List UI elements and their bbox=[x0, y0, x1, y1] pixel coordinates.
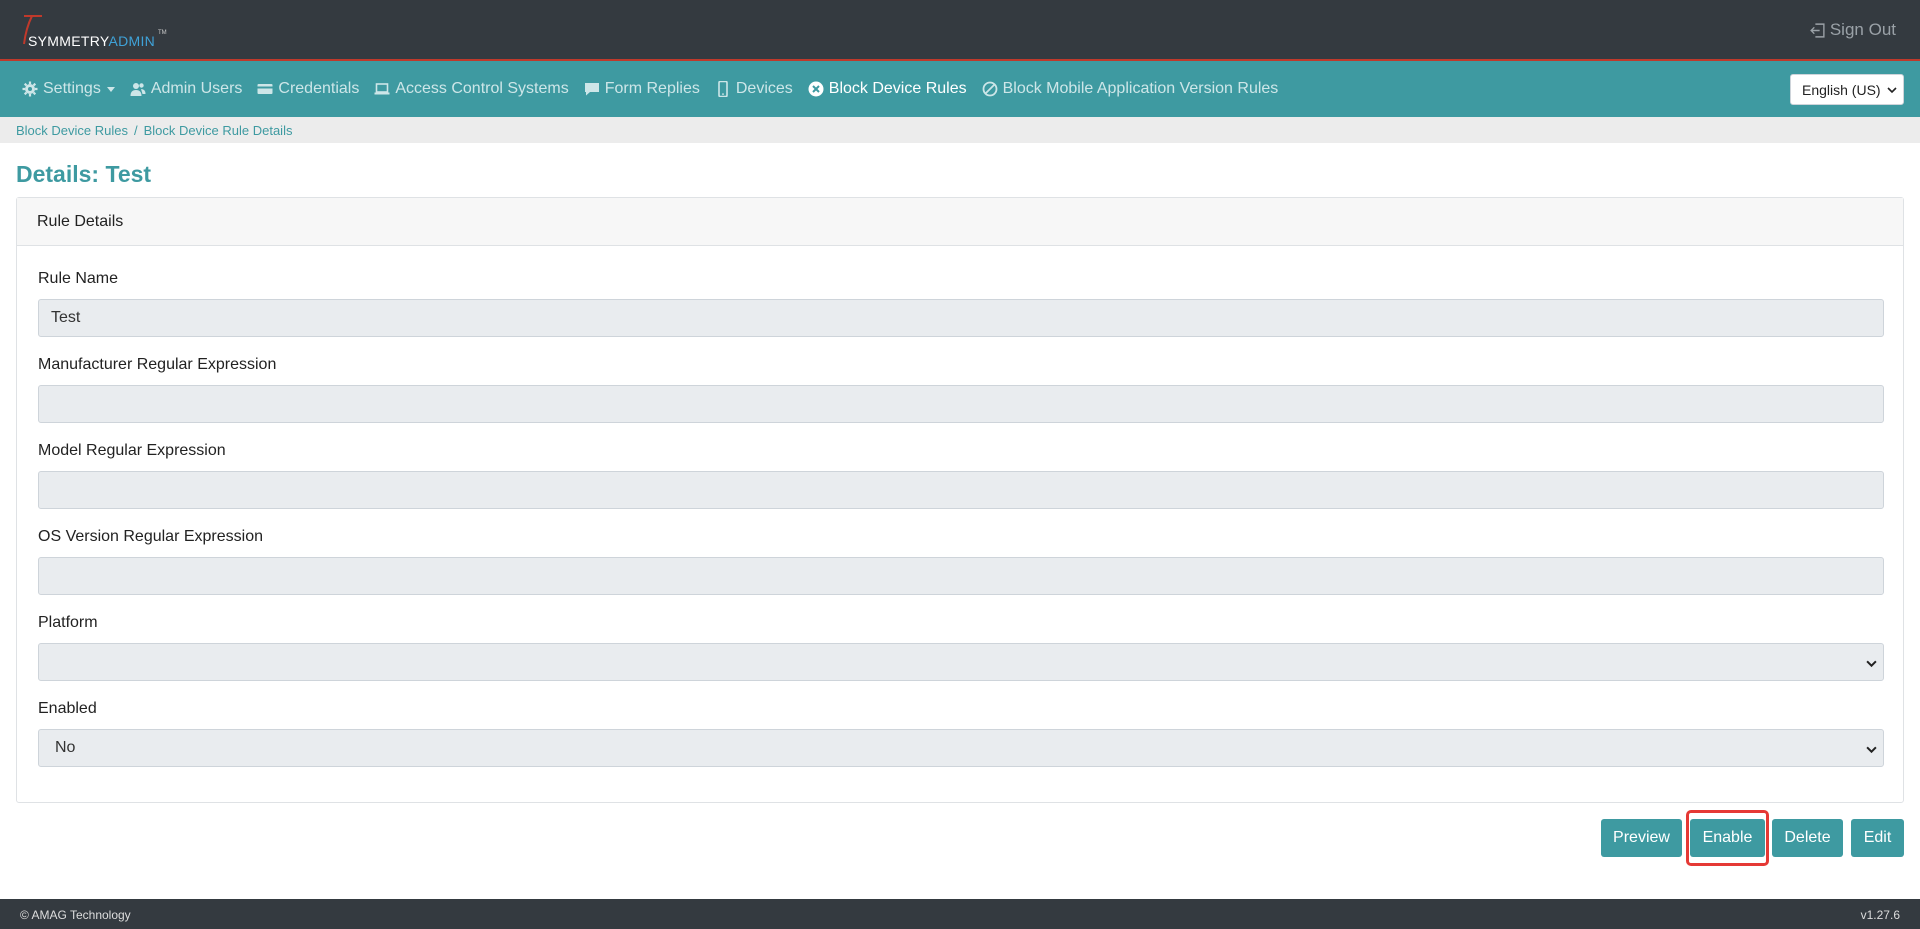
comment-icon bbox=[584, 83, 599, 96]
sign-out-label: Sign Out bbox=[1829, 20, 1896, 39]
caret-down-icon bbox=[106, 86, 115, 92]
nav-access-control-systems[interactable]: Access Control Systems bbox=[374, 80, 569, 98]
enabled-label: Enabled bbox=[38, 700, 97, 717]
logo-text-admin: ADMIN bbox=[108, 33, 156, 49]
breadcrumb-item-block-device-rules[interactable]: Block Device Rules bbox=[16, 123, 128, 138]
rule-name-value: Test bbox=[51, 309, 81, 326]
top-bar: SYMMETRYADMIN TM Sign Out bbox=[0, 0, 1920, 61]
enabled-select-value: No bbox=[55, 739, 76, 756]
laptop-icon bbox=[374, 83, 390, 95]
language-select-value: English (US) bbox=[1802, 81, 1881, 98]
platform-select[interactable] bbox=[38, 643, 1884, 681]
ban-icon bbox=[982, 81, 997, 97]
nav-form-replies[interactable]: Form Replies bbox=[584, 80, 700, 98]
nav-settings[interactable]: Settings bbox=[22, 80, 115, 98]
footer-version: v1.27.6 bbox=[1860, 908, 1900, 922]
nav-devices-label: Devices bbox=[735, 80, 793, 97]
breadcrumb-item-block-device-rule-details[interactable]: Block Device Rule Details bbox=[144, 123, 293, 138]
card-header: Rule Details bbox=[17, 198, 1903, 246]
language-select[interactable]: English (US) bbox=[1790, 74, 1904, 105]
mobile-icon bbox=[718, 81, 728, 97]
manufacturer-regex-input[interactable] bbox=[38, 385, 1884, 423]
nav-block-device-rules[interactable]: Block Device Rules bbox=[808, 80, 967, 98]
main-nav: Settings Admin Users Credentials Access … bbox=[0, 61, 1920, 117]
nav-block-device-rules-label: Block Device Rules bbox=[828, 80, 967, 97]
nav-form-replies-label: Form Replies bbox=[604, 80, 700, 97]
users-icon bbox=[130, 83, 146, 96]
edit-button[interactable]: Edit bbox=[1851, 819, 1904, 857]
nav-access-control-systems-label: Access Control Systems bbox=[395, 80, 569, 97]
sign-out-link[interactable]: Sign Out bbox=[1809, 20, 1896, 40]
nav-settings-label: Settings bbox=[43, 80, 101, 97]
platform-label: Platform bbox=[38, 614, 98, 631]
os-version-regex-input[interactable] bbox=[38, 557, 1884, 595]
breadcrumb: Block Device Rules / Block Device Rule D… bbox=[16, 123, 292, 138]
logo-text-symmetry: SYMMETRY bbox=[28, 33, 109, 49]
chevron-down-icon bbox=[1866, 746, 1877, 754]
nav-admin-users-label: Admin Users bbox=[150, 80, 243, 97]
rule-name-input[interactable]: Test bbox=[38, 299, 1884, 337]
enable-button[interactable]: Enable bbox=[1690, 819, 1765, 857]
nav-admin-users[interactable]: Admin Users bbox=[130, 80, 243, 98]
chevron-down-icon bbox=[1887, 87, 1897, 94]
symmetry-admin-logo[interactable]: SYMMETRYADMIN TM bbox=[20, 14, 180, 50]
nav-block-mobile-app-version-rules[interactable]: Block Mobile Application Version Rules bbox=[982, 80, 1279, 98]
delete-button[interactable]: Delete bbox=[1772, 819, 1843, 857]
chevron-down-icon bbox=[1866, 660, 1877, 668]
nav-credentials-label: Credentials bbox=[278, 80, 360, 97]
breadcrumb-separator: / bbox=[134, 123, 138, 138]
rule-name-label: Rule Name bbox=[38, 270, 119, 287]
times-circle-icon bbox=[808, 81, 824, 97]
breadcrumb-bar: Block Device Rules / Block Device Rule D… bbox=[0, 117, 1920, 143]
manufacturer-regex-label: Manufacturer Regular Expression bbox=[38, 356, 277, 373]
model-regex-input[interactable] bbox=[38, 471, 1884, 509]
model-regex-label: Model Regular Expression bbox=[38, 442, 226, 459]
footer-copyright: © AMAG Technology bbox=[20, 908, 131, 922]
nav-credentials[interactable]: Credentials bbox=[257, 80, 359, 98]
os-version-regex-label: OS Version Regular Expression bbox=[38, 528, 263, 545]
nav-devices[interactable]: Devices bbox=[715, 80, 793, 98]
rule-details-card: Rule Details Rule Name Test Manufacturer… bbox=[16, 197, 1904, 803]
nav-block-mobile-app-version-rules-label: Block Mobile Application Version Rules bbox=[1002, 80, 1279, 97]
sign-out-icon bbox=[1809, 22, 1825, 38]
preview-button[interactable]: Preview bbox=[1601, 819, 1682, 857]
enabled-select[interactable]: No bbox=[38, 729, 1884, 767]
page-title: Details: Test bbox=[16, 161, 152, 187]
gear-icon bbox=[22, 81, 38, 97]
card-icon bbox=[257, 84, 273, 94]
logo-trademark: TM bbox=[158, 30, 167, 36]
footer: © AMAG Technology v1.27.6 bbox=[0, 899, 1920, 929]
